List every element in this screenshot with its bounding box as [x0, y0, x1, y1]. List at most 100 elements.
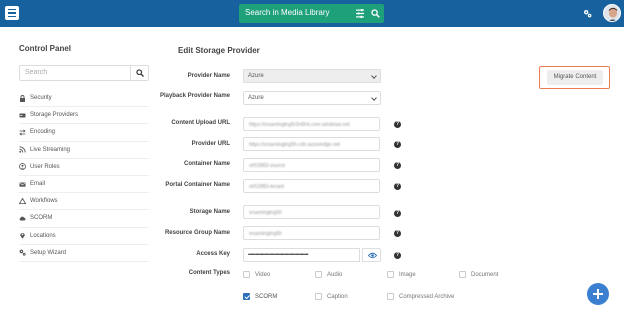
content-type-document[interactable]: Document — [459, 271, 498, 278]
content-type-label: Document — [471, 271, 499, 278]
provider-url-label: Provider URL — [191, 141, 230, 147]
provider-name-value: Azure — [248, 73, 264, 79]
search-divider — [130, 66, 131, 80]
control-panel-search-input[interactable]: Search — [25, 69, 47, 76]
sidebar-item-locations[interactable]: Locations — [19, 228, 149, 245]
swap-icon — [19, 129, 26, 136]
help-icon[interactable]: ? — [394, 141, 401, 148]
show-password-button[interactable] — [362, 248, 381, 262]
control-panel-search[interactable]: Search — [19, 65, 149, 81]
content-type-label: Video — [255, 271, 271, 278]
lock-icon — [20, 94, 25, 102]
content-type-caption[interactable]: Caption — [315, 293, 348, 300]
search-icon[interactable] — [136, 69, 144, 77]
sidebar-item-label: Encoding — [30, 129, 56, 136]
media-search-bar[interactable]: Search in Media Library — [239, 4, 384, 23]
sidebar-item-label: Email — [30, 181, 46, 188]
sidebar-item-encoding[interactable]: Encoding — [19, 124, 149, 142]
content-type-scorm[interactable]: SCORM — [243, 293, 277, 300]
chevron-down-icon — [371, 95, 377, 101]
content-type-audio[interactable]: Audio — [315, 271, 342, 278]
top-bar: Search in Media Library — [0, 0, 624, 27]
media-search-input[interactable]: Search in Media Library — [245, 8, 329, 17]
sidebar-item-email[interactable]: Email — [19, 176, 149, 194]
sidebar-item-label: User Roles — [30, 163, 60, 170]
storage-name-label: Storage Name — [189, 209, 230, 215]
sidebar-item-setup-wizard[interactable]: Setup Wizard — [19, 245, 149, 262]
sidebar-item-storage-providers[interactable]: Storage Providers — [19, 107, 149, 125]
page-title: Edit Storage Provider — [178, 46, 260, 55]
sidebar-item-label: Storage Providers — [30, 112, 79, 119]
help-icon[interactable]: ? — [394, 210, 401, 217]
container-name-input[interactable]: vtr52883-source — [243, 158, 380, 172]
sidebar-item-label: Locations — [30, 232, 56, 239]
checkbox-checked[interactable] — [243, 293, 250, 300]
container-name-label: Container Name — [183, 161, 230, 167]
storage-name-input[interactable]: vrsamingtng5h — [243, 205, 380, 219]
sidebar-item-scorm[interactable]: SCORM — [19, 210, 149, 228]
playback-provider-name-select[interactable]: Azure — [243, 91, 381, 105]
access-key-value: ••••••••••••••••••••••••••••••••••••••••… — [248, 252, 309, 258]
storage-icon — [19, 113, 26, 118]
content-type-label: Audio — [327, 271, 343, 278]
sidebar-item-label: Live Streaming — [30, 146, 71, 153]
provider-name-label: Provider Name — [187, 73, 230, 79]
migrate-content-button[interactable]: Migrate Content — [547, 70, 603, 85]
provider-name-select[interactable]: Azure — [243, 69, 381, 83]
avatar[interactable] — [603, 4, 621, 22]
map-marker-icon — [20, 233, 25, 239]
resource-group-name-value: vrsamingtng5h — [249, 231, 282, 237]
resource-group-name-label: Resource Group Name — [164, 230, 230, 236]
content-type-video[interactable]: Video — [243, 271, 270, 278]
rss-icon — [19, 146, 26, 153]
help-icon[interactable]: ? — [394, 121, 401, 128]
control-panel-menu: Security Storage Providers Encoding Live… — [19, 90, 149, 262]
content-upload-url-value: https://vrsamingtng5r3n6h4.core.windows.… — [249, 122, 350, 128]
playback-provider-name-value: Azure — [248, 95, 264, 101]
workflow-icon — [19, 197, 26, 204]
sidebar-item-label: Workflows — [30, 198, 58, 205]
checkbox[interactable] — [459, 271, 466, 278]
control-panel-title: Control Panel — [19, 44, 72, 53]
gear-icon[interactable] — [583, 9, 592, 18]
content-type-label: Image — [399, 271, 416, 278]
portal-container-name-value: vtr52883-tenant — [249, 184, 285, 190]
provider-url-input[interactable]: https://vrsamingtng5h-cdn.azureedge.net — [243, 137, 380, 151]
checkbox[interactable] — [387, 271, 394, 278]
checkbox[interactable] — [315, 293, 322, 300]
content-upload-url-label: Content Upload URL — [171, 120, 230, 126]
cogs-icon — [19, 249, 26, 256]
portal-container-name-input[interactable]: vtr52883-tenant — [243, 179, 380, 193]
sidebar-item-security[interactable]: Security — [19, 90, 149, 108]
content-type-compressed-archive[interactable]: Compressed Archive — [387, 293, 454, 300]
help-icon[interactable]: ? — [394, 252, 401, 259]
container-name-value: vtr52883-source — [249, 163, 286, 169]
search-icon[interactable] — [371, 9, 380, 18]
help-icon[interactable]: ? — [394, 183, 401, 190]
sidebar-item-user-roles[interactable]: User Roles — [19, 159, 149, 176]
content-type-label: Compressed Archive — [399, 293, 455, 300]
content-type-label: Caption — [327, 293, 348, 300]
storage-name-value: vrsamingtng5h — [249, 210, 282, 216]
filter-icon[interactable] — [356, 9, 364, 18]
checkbox[interactable] — [387, 293, 394, 300]
resource-group-name-input[interactable]: vrsamingtng5h — [243, 226, 380, 240]
add-button[interactable] — [587, 283, 609, 305]
hamburger-icon[interactable] — [5, 6, 19, 20]
help-icon[interactable]: ? — [394, 230, 401, 237]
sidebar-item-live-streaming[interactable]: Live Streaming — [19, 142, 149, 159]
checkbox[interactable] — [315, 271, 322, 278]
content-type-label: SCORM — [255, 293, 278, 300]
checkbox[interactable] — [243, 271, 250, 278]
sidebar-item-label: Security — [30, 95, 52, 102]
playback-provider-name-label: Playback Provider Name — [159, 93, 230, 99]
content-type-image[interactable]: Image — [387, 271, 416, 278]
help-icon[interactable]: ? — [394, 162, 401, 169]
envelope-icon — [19, 182, 26, 187]
sidebar-item-workflows[interactable]: Workflows — [19, 193, 149, 211]
sidebar-item-label: Setup Wizard — [30, 249, 67, 256]
content-types-label: Content Types — [188, 270, 230, 276]
access-key-input[interactable]: ••••••••••••••••••••••••••••••••••••••••… — [243, 248, 360, 262]
content-upload-url-input[interactable]: https://vrsamingtng5r3n6h4.core.windows.… — [243, 117, 380, 131]
user-roles-icon — [19, 163, 26, 171]
